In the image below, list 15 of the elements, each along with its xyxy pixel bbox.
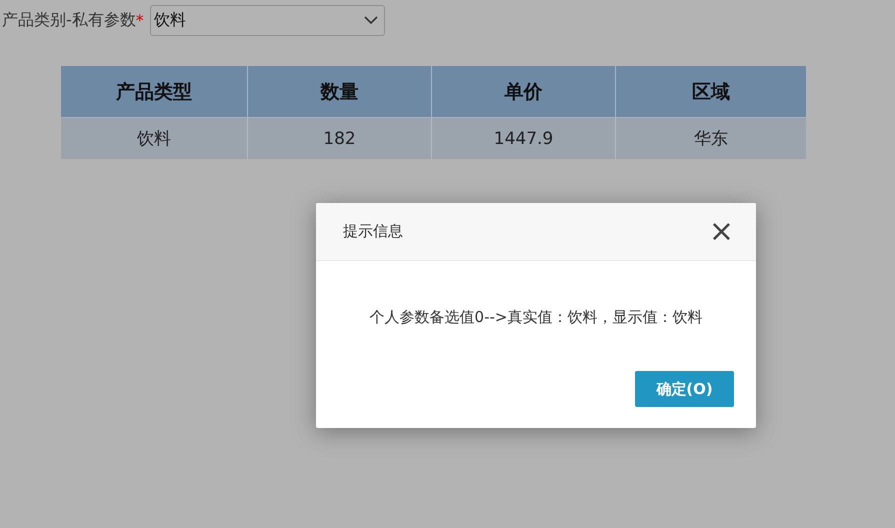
table-cell: 华东 [615, 117, 806, 159]
dialog-title: 提示信息 [343, 222, 403, 241]
dialog-message: 个人参数备选值0-->真实值：饮料，显示值：饮料 [368, 308, 704, 327]
column-header: 数量 [247, 66, 431, 117]
field-label: 产品类别-私有参数 [2, 10, 136, 31]
column-header: 产品类型 [61, 66, 247, 117]
table-cell: 饮料 [61, 117, 247, 159]
table-cell: 1447.9 [431, 117, 615, 159]
category-dropdown[interactable]: 饮料 [150, 5, 385, 36]
close-button[interactable]: × [708, 216, 734, 246]
column-header: 区域 [615, 66, 806, 117]
column-header: 单价 [431, 66, 615, 117]
chevron-down-icon [364, 16, 378, 25]
table-cell: 182 [247, 117, 431, 159]
required-mark: * [136, 11, 144, 30]
